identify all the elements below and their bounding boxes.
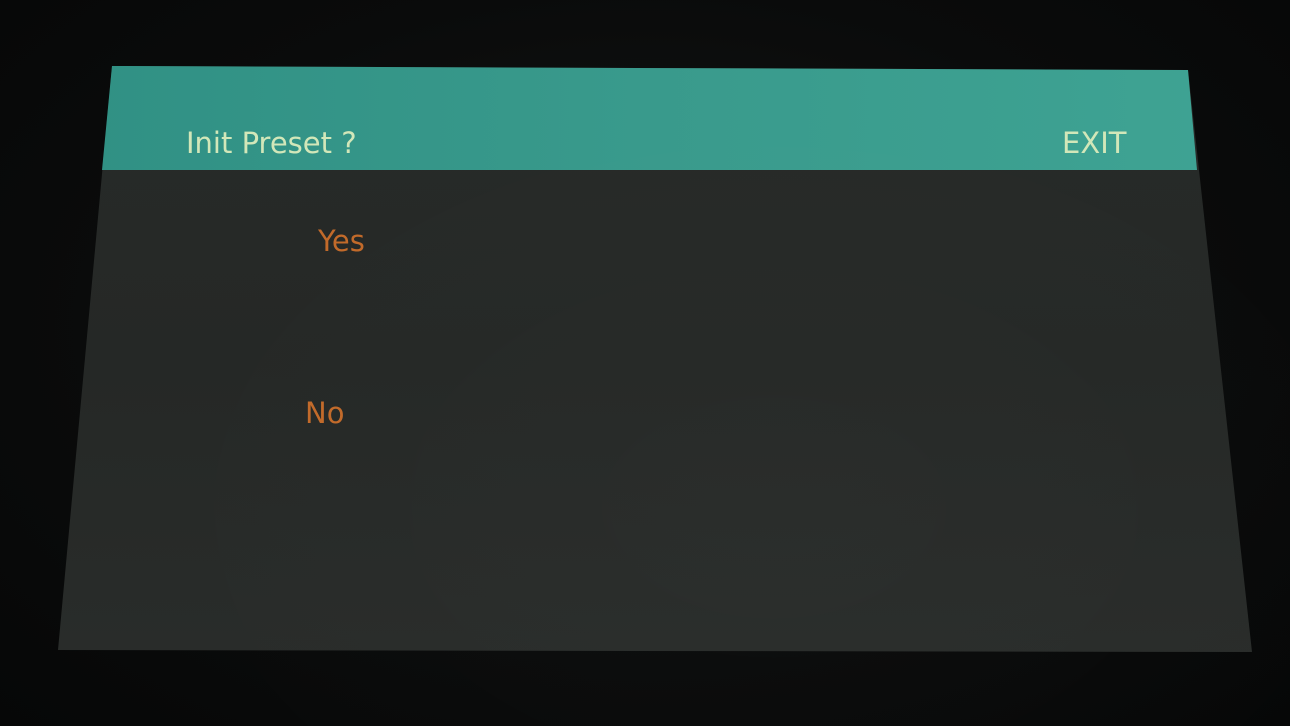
yes-option[interactable]: Yes [318,224,365,258]
dialog-title: Init Preset ? [186,126,357,160]
no-option[interactable]: No [305,396,344,430]
exit-button[interactable]: EXIT [1062,126,1126,160]
